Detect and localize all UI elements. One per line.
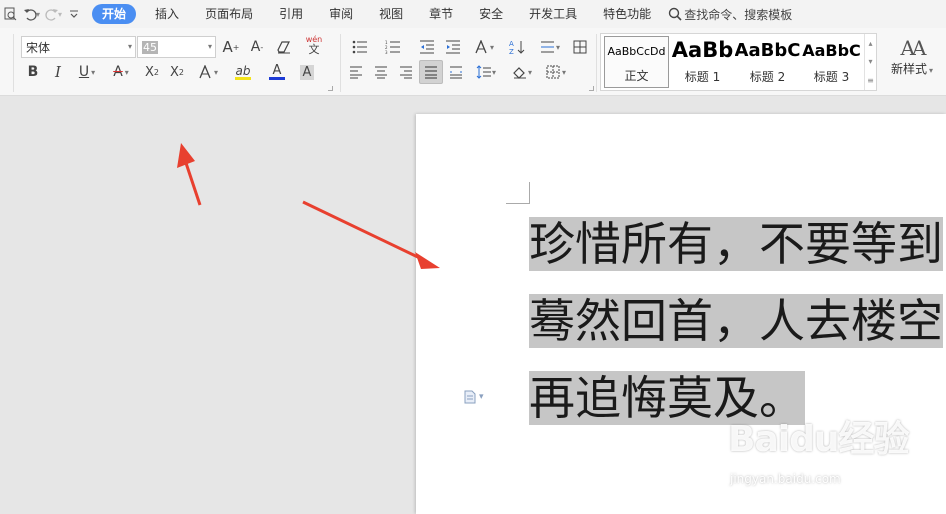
tab-review[interactable]: 审阅 xyxy=(316,4,366,24)
tab-references[interactable]: 引用 xyxy=(266,4,316,24)
font-color-icon[interactable]: A xyxy=(262,62,292,82)
style-sample: AaBbC xyxy=(735,40,800,61)
styles-gallery: AaBbCcDd 正文 AaBb 标题 1 AaBbC 标题 2 AaBbC 标… xyxy=(600,33,877,91)
paste-options-icon[interactable]: ▾ xyxy=(464,390,484,404)
style-label: 标题 1 xyxy=(684,70,721,84)
font-size-value: 45 xyxy=(142,40,158,54)
paragraph-dialog-launcher[interactable] xyxy=(589,86,594,91)
distributed-align-icon[interactable] xyxy=(446,62,466,82)
new-style-icon: AA xyxy=(900,36,927,60)
font-size-select[interactable]: 45 ▾ xyxy=(137,36,216,58)
style-label: 标题 2 xyxy=(749,70,786,84)
shading-icon[interactable]: ▾ xyxy=(508,62,536,82)
style-sample: AaBb xyxy=(671,38,734,62)
phonetic-char: 文 xyxy=(308,43,320,56)
clear-formatting-icon[interactable] xyxy=(273,37,295,57)
chevron-down-icon: ▾ xyxy=(207,42,212,51)
grow-font-icon[interactable]: A + xyxy=(220,37,242,57)
subscript-icon[interactable]: X2 xyxy=(166,62,188,82)
underline-icon[interactable]: U ▾ xyxy=(73,62,101,82)
style-heading-3[interactable]: AaBbC 标题 3 xyxy=(799,36,864,88)
font-name-value: 宋体 xyxy=(26,40,51,55)
search-label: 查找命令、搜索模板 xyxy=(684,7,793,22)
style-heading-1[interactable]: AaBb 标题 1 xyxy=(670,36,735,88)
customize-toolbar-icon[interactable] xyxy=(64,4,84,24)
svg-text:3: 3 xyxy=(385,50,388,54)
increase-indent-icon[interactable] xyxy=(442,37,464,57)
bullets-icon[interactable] xyxy=(348,37,374,57)
svg-text:A: A xyxy=(509,40,514,48)
highlight-color-icon[interactable]: ab xyxy=(228,62,258,82)
show-hide-table-icon[interactable] xyxy=(570,37,590,57)
tab-section[interactable]: 章节 xyxy=(416,4,466,24)
font-dialog-launcher[interactable] xyxy=(328,86,333,91)
tab-home[interactable]: 开始 xyxy=(92,4,137,24)
ribbon-home: 宋体 ▾ 45 ▾ A + A- wén 文 B I U ▾ A ▾ X2 X2 ▾ … xyxy=(0,28,946,96)
tab-special-features[interactable]: 特色功能 xyxy=(590,4,664,24)
align-left-icon[interactable] xyxy=(346,62,366,82)
tab-view[interactable]: 视图 xyxy=(366,4,416,24)
style-heading-2[interactable]: AaBbC 标题 2 xyxy=(735,36,800,88)
watermark-url: jingyan.baidu.com xyxy=(730,472,841,486)
superscript-icon[interactable]: X2 xyxy=(141,62,163,82)
bold-icon[interactable]: B xyxy=(23,62,43,82)
paragraph-line[interactable]: 珍惜所有，不要等到 xyxy=(529,206,946,283)
borders-icon[interactable]: ▾ xyxy=(541,62,571,82)
quick-access-toolbar: ▾ ▾ xyxy=(0,0,84,28)
new-style-label: 新样式 xyxy=(890,62,927,76)
style-sample: AaBbC xyxy=(802,41,861,60)
chevron-down-icon: ▾ xyxy=(127,42,132,51)
selected-text[interactable]: 珍惜所有，不要等到 xyxy=(529,217,943,271)
style-label: 标题 3 xyxy=(813,70,850,84)
numbering-icon[interactable]: 123 xyxy=(381,37,407,57)
baidu-watermark: Baidu经验 jingyan.baidu.com xyxy=(722,402,942,512)
group-divider xyxy=(340,34,341,92)
tab-security[interactable]: 安全 xyxy=(466,4,516,24)
style-sample: AaBbCcDd xyxy=(607,45,666,58)
search-icon xyxy=(668,7,682,21)
phonetic-guide-icon[interactable]: wén 文 xyxy=(300,35,328,55)
shrink-font-icon[interactable]: A- xyxy=(246,37,268,57)
text-effect-icon[interactable]: ▾ xyxy=(194,62,222,82)
style-label: 正文 xyxy=(624,69,649,83)
group-divider xyxy=(13,34,14,92)
line-spacing-options-icon[interactable]: ▾ xyxy=(536,37,564,57)
arrow-up-icon xyxy=(177,143,202,206)
align-center-icon[interactable] xyxy=(371,62,391,82)
character-shading-icon[interactable]: A xyxy=(297,62,317,82)
selected-text[interactable]: 蓦然回首，人去楼空 xyxy=(529,294,943,348)
tab-page-layout[interactable]: 页面布局 xyxy=(192,4,266,24)
undo-dropdown-icon[interactable]: ▾ xyxy=(36,10,40,19)
group-divider xyxy=(596,34,597,92)
paragraph-line[interactable]: 蓦然回首，人去楼空 xyxy=(529,283,946,360)
font-name-select[interactable]: 宋体 ▾ xyxy=(21,36,136,58)
new-style-button[interactable]: AA 新样式 ▾ xyxy=(884,36,940,77)
text-direction-icon[interactable]: ▾ xyxy=(470,37,498,57)
tab-developer[interactable]: 开发工具 xyxy=(516,4,590,24)
ribbon-tabs: 开始 插入 页面布局 引用 审阅 视图 章节 安全 开发工具 特色功能 xyxy=(92,4,664,24)
chevron-down-icon[interactable]: ▾ xyxy=(868,57,872,66)
justify-icon[interactable] xyxy=(419,60,443,84)
style-normal[interactable]: AaBbCcDd 正文 xyxy=(604,36,669,88)
align-right-icon[interactable] xyxy=(396,62,416,82)
sort-icon[interactable]: AZ xyxy=(506,37,528,57)
line-spacing-icon[interactable]: ▾ xyxy=(472,62,500,82)
more-styles-icon[interactable]: ≡ xyxy=(867,76,874,85)
italic-icon[interactable]: I xyxy=(48,62,68,82)
redo-dropdown-icon[interactable]: ▾ xyxy=(58,10,62,19)
svg-text:Z: Z xyxy=(509,48,514,55)
watermark-logo: Baidu经验 xyxy=(728,419,909,460)
chevron-up-icon[interactable]: ▴ xyxy=(868,39,872,48)
tab-insert[interactable]: 插入 xyxy=(142,4,192,24)
styles-scrollbar[interactable]: ▴ ▾ ≡ xyxy=(864,34,876,90)
strikethrough-icon[interactable]: A ▾ xyxy=(107,62,135,82)
menu-bar: ▾ ▾ 开始 插入 页面布局 引用 审阅 视图 章节 安全 开发工具 特色功能 … xyxy=(0,0,946,28)
print-preview-icon[interactable] xyxy=(0,4,20,24)
command-search[interactable]: 查找命令、搜索模板 xyxy=(668,6,792,23)
decrease-indent-icon[interactable] xyxy=(416,37,438,57)
margin-corner-mark xyxy=(506,182,530,204)
